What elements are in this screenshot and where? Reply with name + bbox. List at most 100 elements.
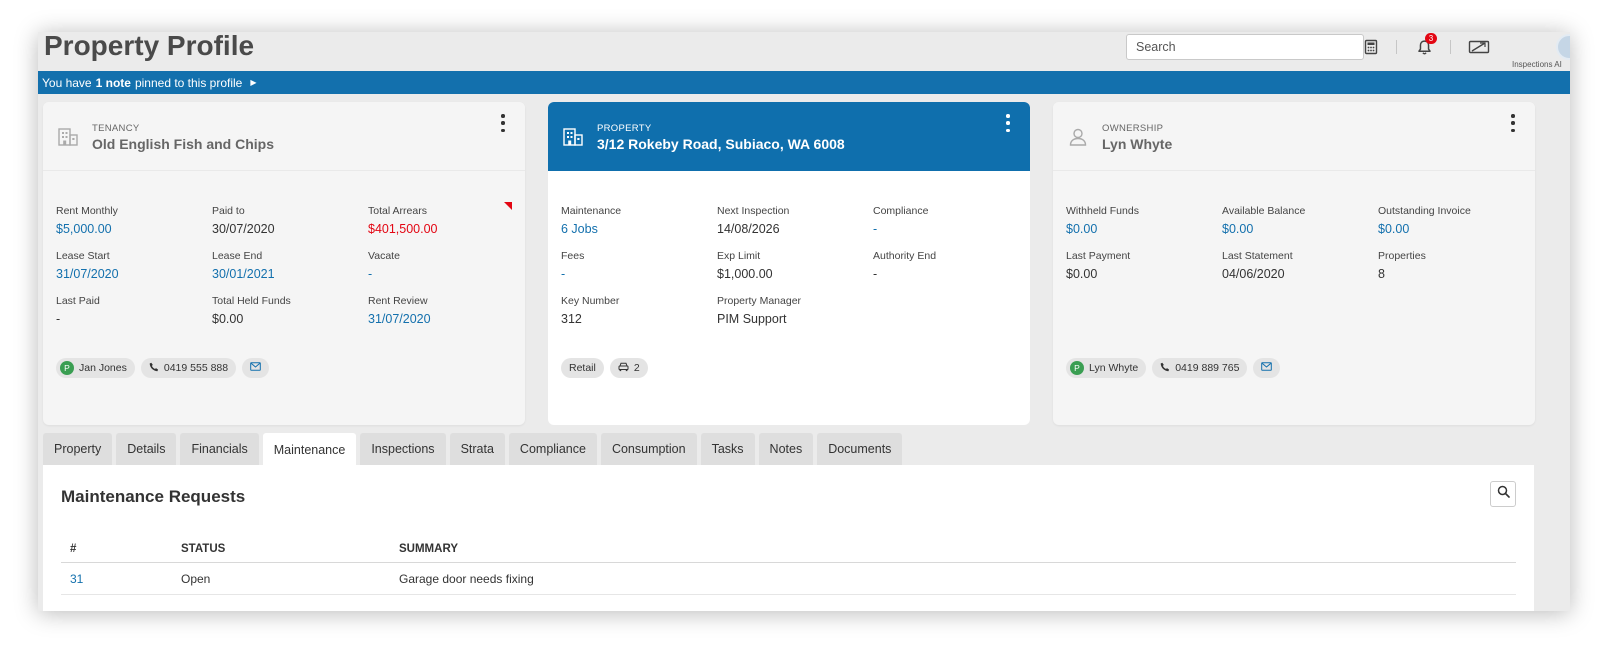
person-icon (1067, 126, 1089, 148)
contact-name: Jan Jones (79, 362, 127, 374)
tab-documents[interactable]: Documents (817, 433, 903, 465)
toolbar-divider (1450, 40, 1451, 54)
calculator-icon[interactable] (1360, 36, 1382, 58)
tab-compliance[interactable]: Compliance (508, 433, 597, 465)
column-header-status: STATUS (181, 542, 226, 555)
tenant-phone-chip[interactable]: 0419 555 888 (140, 358, 237, 378)
column-header-summary: SUMMARY (399, 542, 458, 555)
tab-notes[interactable]: Notes (758, 433, 814, 465)
request-summary: Garage door needs fixing (399, 571, 534, 586)
contact-initial-icon: P (60, 361, 74, 375)
field-total-held-funds: Total Held Funds $0.00 (212, 295, 291, 326)
maintenance-jobs-link[interactable]: 6 Jobs (561, 220, 717, 238)
phone-icon (1160, 362, 1170, 375)
tenant-contact-chip[interactable]: P Jan Jones (56, 358, 135, 378)
user-avatar[interactable] (1556, 34, 1570, 60)
field-rent-review: Rent Review 31/07/2020 (368, 295, 524, 328)
search-button[interactable] (1490, 481, 1516, 507)
table-header: # STATUS SUMMARY (61, 535, 1516, 563)
request-id-link[interactable]: 31 (61, 572, 171, 586)
app-window: Property Profile 3 Inspections AI You ha… (38, 32, 1570, 611)
tab-inspections[interactable]: Inspections (360, 433, 446, 465)
tenant-email-chip[interactable] (242, 358, 270, 378)
property-fields: Maintenance 6 Jobs Next Inspection 14/08/2… (561, 205, 1030, 328)
field-last-paid: Last Paid - (56, 295, 100, 326)
ownership-fields: Withheld Funds $0.00 Available Balance $0.… (1066, 205, 1535, 283)
field-vacate: Vacate - (368, 250, 524, 283)
inspections-label: Inspections AI (1512, 60, 1562, 69)
tab-maintenance[interactable]: Maintenance (262, 433, 357, 466)
search-input[interactable] (1126, 34, 1364, 60)
contact-phone: 0419 889 765 (1175, 362, 1240, 374)
available-balance-link[interactable]: $0.00 (1222, 220, 1378, 238)
more-options-icon[interactable] (1002, 114, 1014, 132)
bell-icon[interactable]: 3 (1413, 33, 1437, 58)
field-withheld-funds: Withheld Funds $0.00 (1066, 205, 1222, 238)
property-card-header: PROPERTY 3/12 Rokeby Road, Subiaco, WA 6… (548, 102, 1030, 171)
tenancy-chips: P Jan Jones 0419 555 888 (56, 358, 270, 378)
maintenance-table: # STATUS SUMMARY 31 Open Garage door nee… (61, 535, 1516, 595)
field-exp-limit: Exp Limit $1,000.00 (717, 250, 773, 281)
building-icon (562, 126, 584, 148)
tab-strata[interactable]: Strata (449, 433, 505, 465)
field-outstanding-invoice: Outstanding Invoice $0.00 (1378, 205, 1534, 238)
tab-property[interactable]: Property (43, 433, 113, 465)
field-lease-start: Lease Start 31/07/2020 (56, 250, 212, 283)
vacate-link[interactable]: - (368, 265, 524, 283)
tab-details[interactable]: Details (116, 433, 177, 465)
search-icon (1497, 485, 1510, 503)
owner-email-chip[interactable] (1253, 358, 1281, 378)
column-header-id: # (70, 542, 77, 555)
inspection-app-icon[interactable] (1468, 36, 1490, 58)
owner-phone-chip[interactable]: 0419 889 765 (1152, 358, 1248, 378)
owner-contact-chip[interactable]: P Lyn Whyte (1066, 358, 1147, 378)
more-options-icon[interactable] (1507, 114, 1519, 132)
notification-badge: 3 (1425, 33, 1437, 44)
property-address: 3/12 Rokeby Road, Subiaco, WA 6008 (597, 136, 845, 152)
tenancy-fields: Rent Monthly $5,000.00 Paid to 30/07/2020 … (56, 205, 525, 328)
fees-link[interactable]: - (561, 265, 717, 283)
card-type-label: TENANCY (92, 123, 140, 134)
field-maintenance: Maintenance 6 Jobs (561, 205, 717, 238)
card-type-label: OWNERSHIP (1102, 123, 1164, 134)
building-icon (57, 126, 79, 148)
withheld-funds-link[interactable]: $0.00 (1066, 220, 1222, 238)
ownership-card: OWNERSHIP Lyn Whyte Withheld Funds $0.00 … (1053, 102, 1535, 425)
contact-phone: 0419 555 888 (163, 362, 229, 374)
lease-end-link[interactable]: 30/01/2021 (212, 265, 368, 283)
toolbar-divider (1396, 40, 1397, 54)
compliance-link[interactable]: - (873, 220, 1029, 238)
field-property-manager: Property Manager PIM Support (717, 295, 802, 326)
pin-bar-prefix: You have (42, 75, 92, 90)
panel-title: Maintenance Requests (61, 487, 246, 506)
field-key-number: Key Number 312 (561, 295, 620, 326)
tab-consumption[interactable]: Consumption (600, 433, 697, 465)
tab-financials[interactable]: Financials (180, 433, 259, 465)
outstanding-invoice-link[interactable]: $0.00 (1378, 220, 1534, 238)
maintenance-panel: Maintenance Requests # STATUS SUMMARY 31… (43, 465, 1534, 611)
rent-monthly-link[interactable]: $5,000.00 (56, 220, 212, 238)
pinned-notes-bar[interactable]: You have 1 note pinned to this profile ▶ (38, 71, 1570, 94)
owner-name: Lyn Whyte (1102, 136, 1173, 152)
page-title: Property Profile (44, 32, 255, 61)
top-bar: Property Profile 3 Inspections AI (38, 32, 1570, 72)
tenancy-card-header: TENANCY Old English Fish and Chips (43, 102, 525, 171)
caret-right-icon: ▶ (250, 78, 257, 87)
field-lease-end: Lease End 30/01/2021 (212, 250, 368, 283)
table-row[interactable]: 31 Open Garage door needs fixing (61, 563, 1516, 595)
tab-tasks[interactable]: Tasks (700, 433, 755, 465)
pin-bar-count: 1 note (95, 75, 131, 90)
more-options-icon[interactable] (497, 114, 509, 132)
field-total-arrears: Total Arrears $401,500.00 (368, 205, 438, 236)
rent-review-link[interactable]: 31/07/2020 (368, 310, 524, 328)
lease-start-link[interactable]: 31/07/2020 (56, 265, 212, 283)
field-last-payment: Last Payment $0.00 (1066, 250, 1131, 281)
field-paid-to: Paid to 30/07/2020 (212, 205, 275, 236)
field-properties: Properties 8 (1378, 250, 1426, 281)
field-last-statement: Last Statement 04/06/2020 (1222, 250, 1293, 281)
phone-icon (149, 362, 159, 375)
car-spaces-chip: 2 (609, 358, 648, 378)
field-rent-monthly: Rent Monthly $5,000.00 (56, 205, 212, 238)
profile-tabs: Property Details Financials Maintenance … (43, 433, 903, 466)
ownership-chips: P Lyn Whyte 0419 889 765 (1066, 358, 1281, 378)
